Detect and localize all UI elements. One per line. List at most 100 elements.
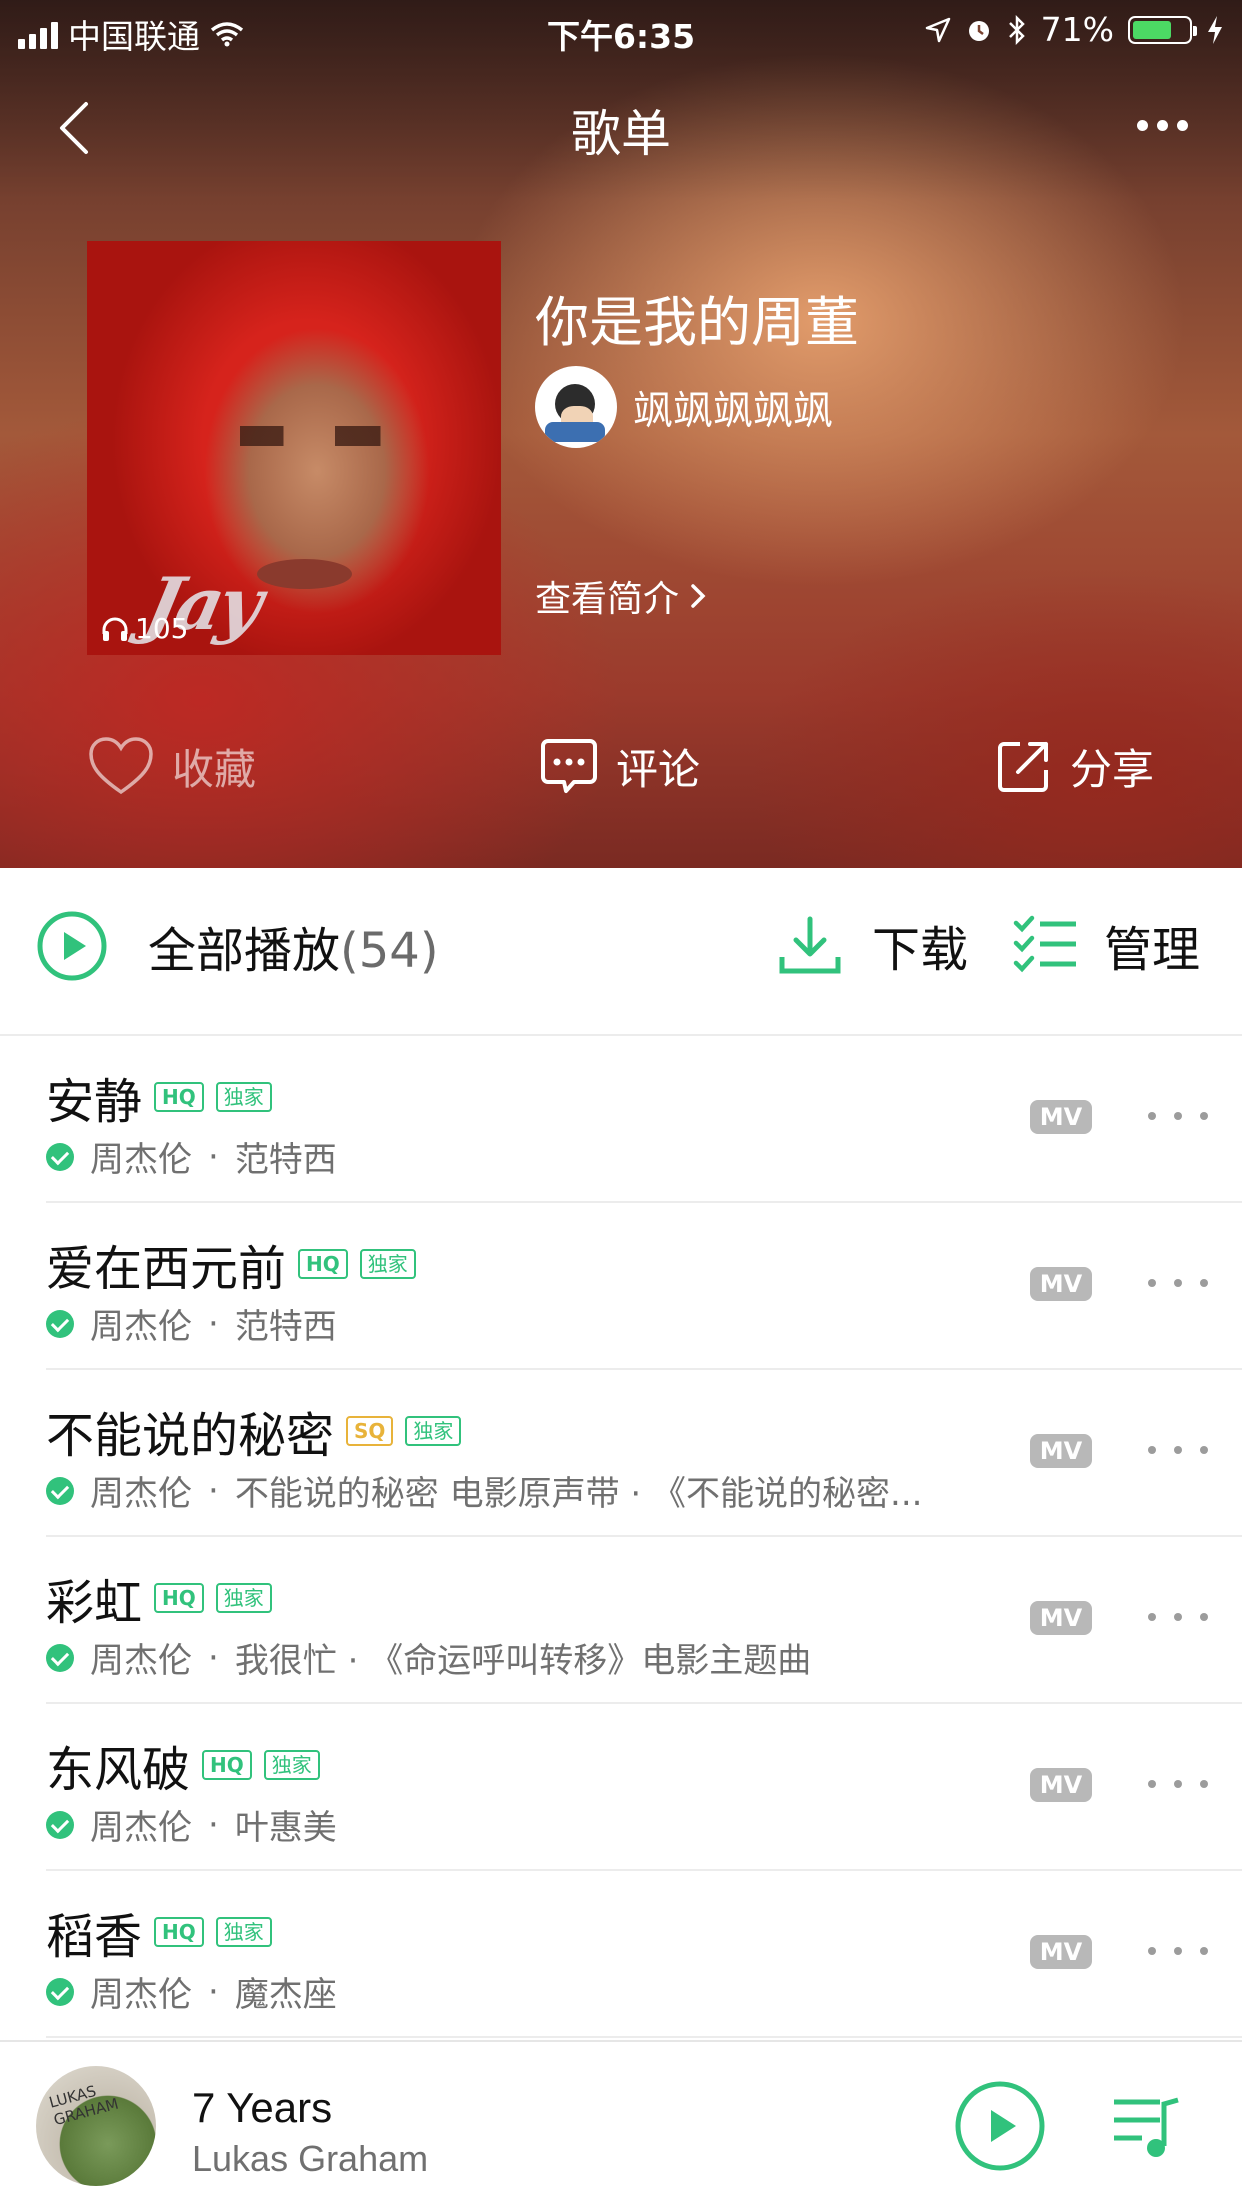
nav-bar: 歌单 [0, 80, 1242, 175]
song-more-button[interactable] [1148, 1261, 1208, 1305]
song-artist: 周杰伦 [90, 1307, 192, 1347]
song-more-button[interactable] [1148, 1428, 1208, 1472]
playlist-queue-button[interactable] [1112, 2094, 1184, 2160]
location-icon [925, 17, 950, 42]
play-all-button[interactable]: 全部播放(54) [36, 910, 439, 982]
song-title: 不能说的秘密 [46, 1408, 335, 1464]
download-icon [779, 916, 841, 974]
creator[interactable]: 飒飒飒飒飒 [535, 366, 833, 448]
song-artist: 周杰伦 [90, 1808, 192, 1848]
song-more-button[interactable] [1148, 1094, 1208, 1138]
action-bar: 收藏 评论 分享 [0, 720, 1242, 812]
song-row[interactable]: 稻香 HQ 独家 周杰伦 · 魔杰座 MV [46, 1871, 1242, 2038]
play-all-label: 全部播放 [148, 923, 341, 979]
checklist-icon [1013, 915, 1076, 973]
separator: · [208, 1303, 219, 1344]
song-artist: 周杰伦 [90, 1474, 192, 1514]
song-title: 爱在西元前 [46, 1241, 287, 1297]
avatar[interactable] [535, 366, 617, 448]
headphones-icon [102, 617, 128, 641]
downloaded-check-icon [46, 1977, 74, 2006]
downloaded-check-icon [46, 1309, 74, 1338]
now-playing-artist: Lukas Graham [192, 2138, 429, 2179]
song-row[interactable]: 安静 HQ 独家 周杰伦 · 范特西 MV [46, 1036, 1242, 1203]
song-row[interactable]: 不能说的秘密 SQ 独家 周杰伦 · 不能说的秘密 电影原声带 · 《不能说的秘… [46, 1370, 1242, 1537]
mv-button[interactable]: MV [1030, 1601, 1092, 1635]
quality-badge: HQ [154, 1583, 204, 1613]
favorite-button[interactable]: 收藏 [88, 720, 256, 812]
more-button[interactable] [1122, 100, 1202, 150]
quality-badge: HQ [202, 1750, 252, 1780]
song-album: 我很忙 · 《命运呼叫转移》电影主题曲 [234, 1641, 812, 1681]
now-playing-art[interactable]: LUKAS GRAHAM [36, 2066, 156, 2186]
quality-badge: SQ [346, 1416, 394, 1446]
download-button[interactable]: 下载 [778, 910, 968, 980]
song-title: 稻香 [46, 1909, 143, 1965]
exclusive-badge: 独家 [215, 1082, 272, 1112]
downloaded-check-icon [46, 1643, 74, 1672]
song-title: 安静 [46, 1074, 143, 1130]
quality-badge: HQ [154, 1082, 204, 1112]
song-artist: 周杰伦 [90, 1975, 192, 2015]
song-artist: 周杰伦 [90, 1641, 192, 1681]
mv-button[interactable]: MV [1030, 1267, 1092, 1301]
exclusive-badge: 独家 [263, 1750, 320, 1780]
page-title: 歌单 [571, 105, 671, 163]
exclusive-badge: 独家 [405, 1416, 462, 1446]
song-row[interactable]: 东风破 HQ 独家 周杰伦 · 叶惠美 MV [46, 1704, 1242, 1871]
mv-button[interactable]: MV [1030, 1935, 1092, 1969]
mini-player[interactable]: LUKAS GRAHAM 7 Years Lukas Graham [0, 2040, 1242, 2210]
song-row[interactable]: 爱在西元前 HQ 独家 周杰伦 · 范特西 MV [46, 1203, 1242, 1370]
quality-badge: HQ [154, 1917, 204, 1947]
song-more-button[interactable] [1148, 1762, 1208, 1806]
share-icon [998, 742, 1048, 792]
play-count: 105 [101, 612, 188, 645]
mv-button[interactable]: MV [1030, 1100, 1092, 1134]
bluetooth-icon [1008, 14, 1025, 45]
alarm-icon [968, 20, 989, 41]
separator: · [208, 1637, 219, 1678]
exclusive-badge: 独家 [215, 1583, 272, 1613]
playlist-cover[interactable]: Jay 105 [87, 241, 501, 655]
separator: · [208, 1470, 219, 1511]
song-title: 东风破 [46, 1742, 191, 1798]
creator-name[interactable]: 飒飒飒飒飒 [633, 378, 833, 436]
separator: · [208, 1804, 219, 1845]
view-intro-link[interactable]: 查看简介 [535, 570, 707, 622]
song-more-button[interactable] [1148, 1595, 1208, 1639]
playlist-header: 中国联通 下午6:35 71% 歌单 Jay 105 你是我的周董 飒飒飒飒飒 … [0, 0, 1242, 868]
manage-button[interactable]: 管理 [1012, 910, 1200, 980]
status-bar: 中国联通 下午6:35 71% [0, 0, 1242, 62]
song-row[interactable]: 彩虹 HQ 独家 周杰伦 · 我很忙 · 《命运呼叫转移》电影主题曲 MV [46, 1537, 1242, 1704]
battery-icon [1128, 15, 1197, 44]
playlist-title: 你是我的周董 [535, 291, 859, 354]
downloaded-check-icon [46, 1142, 74, 1171]
song-album: 范特西 [234, 1140, 337, 1180]
song-list: 安静 HQ 独家 周杰伦 · 范特西 MV 爱在西元前 HQ 独家 周杰伦 · … [0, 1036, 1242, 2038]
play-all-bar: 全部播放(54) 下载 管理 [0, 868, 1242, 1036]
play-circle-icon [37, 911, 107, 981]
exclusive-badge: 独家 [359, 1249, 416, 1279]
mv-button[interactable]: MV [1030, 1768, 1092, 1802]
charging-icon [1208, 15, 1222, 44]
downloaded-check-icon [46, 1810, 74, 1839]
song-more-button[interactable] [1148, 1929, 1208, 1973]
downloaded-check-icon [46, 1476, 74, 1505]
exclusive-badge: 独家 [215, 1917, 272, 1947]
heart-icon [89, 737, 153, 795]
separator: · [208, 1136, 219, 1177]
share-button[interactable]: 分享 [996, 720, 1154, 812]
now-playing-title: 7 Years [192, 2084, 333, 2131]
comment-button[interactable]: 评论 [540, 720, 700, 812]
song-album: 范特西 [234, 1307, 337, 1347]
song-count: (54) [340, 923, 439, 979]
quality-badge: HQ [298, 1249, 348, 1279]
mv-button[interactable]: MV [1030, 1434, 1092, 1468]
battery-percent: 71% [1040, 10, 1114, 49]
play-button[interactable] [954, 2080, 1046, 2172]
separator: · [208, 1971, 219, 2012]
song-album: 叶惠美 [234, 1808, 337, 1848]
song-title: 彩虹 [46, 1575, 143, 1631]
song-artist: 周杰伦 [90, 1140, 192, 1180]
chevron-right-icon [691, 584, 706, 608]
